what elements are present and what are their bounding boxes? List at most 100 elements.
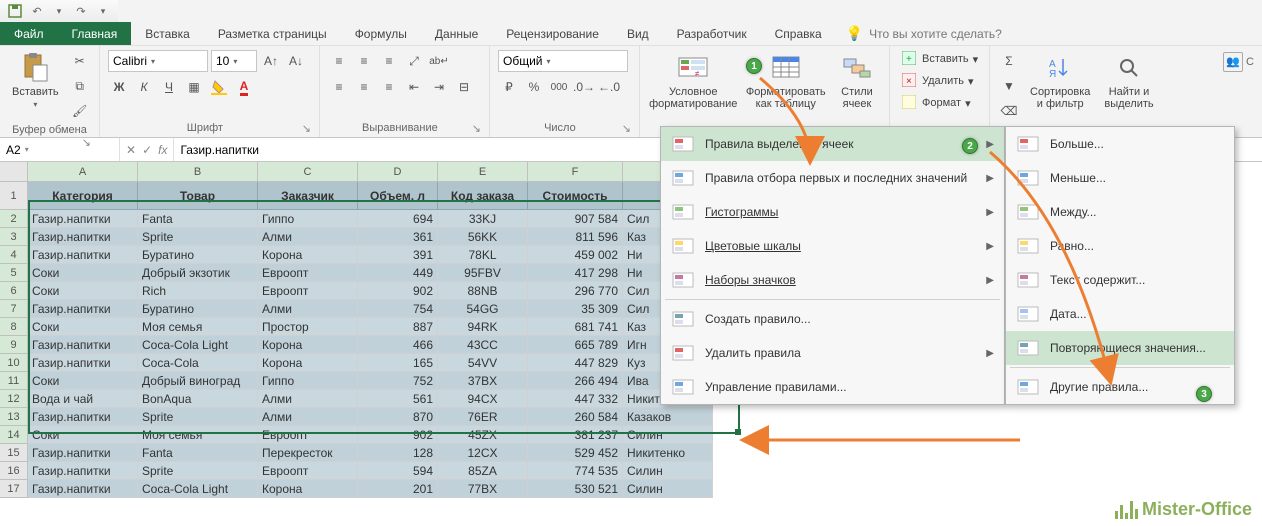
col-head-C[interactable]: C	[258, 162, 358, 182]
cell[interactable]: 870	[358, 408, 438, 426]
select-all-corner[interactable]	[0, 162, 28, 182]
enter-icon[interactable]: ✓	[142, 143, 152, 157]
menu-item[interactable]: Удалить правила▶	[661, 336, 1004, 370]
cell[interactable]: 88NB	[438, 282, 528, 300]
row-head[interactable]: 14	[0, 426, 28, 444]
row-head[interactable]: 12	[0, 390, 28, 408]
indent-increase-icon[interactable]: ⇥	[428, 76, 450, 98]
underline-button[interactable]: Ч	[158, 76, 180, 98]
cell[interactable]: Rich	[138, 282, 258, 300]
bold-button[interactable]: Ж	[108, 76, 130, 98]
cell[interactable]: Газир.напитки	[28, 336, 138, 354]
redo-icon[interactable]: ↷	[72, 2, 90, 20]
find-select-button[interactable]: Найти и выделить	[1100, 50, 1157, 112]
conditional-formatting-menu[interactable]: Правила выделения ячеек▶Правила отбора п…	[660, 126, 1005, 405]
cell[interactable]: 54GG	[438, 300, 528, 318]
cell[interactable]: 85ZA	[438, 462, 528, 480]
clipboard-dialog-icon[interactable]: ↘	[82, 136, 91, 149]
clear-icon[interactable]: ⌫	[998, 100, 1020, 122]
tab-developer[interactable]: Разработчик	[663, 22, 761, 45]
align-bottom-icon[interactable]: ≡	[378, 50, 400, 72]
cell[interactable]: Силин	[623, 462, 713, 480]
menu-item[interactable]: Правила выделения ячеек▶	[661, 127, 1004, 161]
cell[interactable]: Sprite	[138, 228, 258, 246]
decrease-font-icon[interactable]: A↓	[285, 50, 307, 72]
cell[interactable]: Fanta	[138, 444, 258, 462]
cell[interactable]: Евроопт	[258, 264, 358, 282]
menu-item[interactable]: Между...	[1006, 195, 1234, 229]
tab-insert[interactable]: Вставка	[131, 22, 204, 45]
conditional-formatting-button[interactable]: ≠ Условное форматирование	[648, 50, 738, 112]
cell[interactable]: Корона	[258, 480, 358, 498]
cell[interactable]: 45ZX	[438, 426, 528, 444]
cell[interactable]: 78KL	[438, 246, 528, 264]
cell[interactable]: Корона	[258, 336, 358, 354]
col-head-E[interactable]: E	[438, 162, 528, 182]
cell[interactable]: Газир.напитки	[28, 228, 138, 246]
menu-item[interactable]: Цветовые шкалы▶	[661, 229, 1004, 263]
cell[interactable]: Sprite	[138, 462, 258, 480]
align-top-icon[interactable]: ≡	[328, 50, 350, 72]
menu-item[interactable]: Правила отбора первых и последних значен…	[661, 161, 1004, 195]
row-head[interactable]: 13	[0, 408, 28, 426]
cell[interactable]: 447 829	[528, 354, 623, 372]
cell[interactable]: Алми	[258, 408, 358, 426]
fx-icon[interactable]: fx	[158, 143, 167, 157]
cell[interactable]: Вода и чай	[28, 390, 138, 408]
cell[interactable]: Sprite	[138, 408, 258, 426]
cell[interactable]: 128	[358, 444, 438, 462]
cell[interactable]: Евроопт	[258, 282, 358, 300]
cell[interactable]: Газир.напитки	[28, 480, 138, 498]
cell[interactable]: Буратино	[138, 246, 258, 264]
cell[interactable]: 266 494	[528, 372, 623, 390]
row-head[interactable]: 5	[0, 264, 28, 282]
cell[interactable]: 752	[358, 372, 438, 390]
cell[interactable]: 381 237	[528, 426, 623, 444]
cell[interactable]: 774 535	[528, 462, 623, 480]
tab-formulas[interactable]: Формулы	[341, 22, 421, 45]
tab-data[interactable]: Данные	[421, 22, 492, 45]
tab-file[interactable]: Файл	[0, 22, 58, 45]
align-right-icon[interactable]: ≡	[378, 76, 400, 98]
cell[interactable]: Моя семья	[138, 426, 258, 444]
delete-cells-button[interactable]: ×Удалить ▾	[898, 72, 982, 90]
cell[interactable]: 54VV	[438, 354, 528, 372]
cell[interactable]: 561	[358, 390, 438, 408]
cell[interactable]: 417 298	[528, 264, 623, 282]
cell[interactable]: 665 789	[528, 336, 623, 354]
cell[interactable]: 694	[358, 210, 438, 228]
cell[interactable]: 56KK	[438, 228, 528, 246]
cell[interactable]: Перекресток	[258, 444, 358, 462]
cell[interactable]: 902	[358, 282, 438, 300]
thousands-icon[interactable]: 000	[548, 76, 570, 98]
cell[interactable]: 35 309	[528, 300, 623, 318]
cancel-icon[interactable]: ✕	[126, 143, 136, 157]
menu-item[interactable]: Равно...	[1006, 229, 1234, 263]
cell[interactable]: 43CC	[438, 336, 528, 354]
cell[interactable]: 447 332	[528, 390, 623, 408]
row-head[interactable]: 16	[0, 462, 28, 480]
font-color-icon[interactable]: A	[233, 76, 255, 98]
cell[interactable]: Казаков	[623, 408, 713, 426]
col-head-F[interactable]: F	[528, 162, 623, 182]
cell[interactable]: 530 521	[528, 480, 623, 498]
border-icon[interactable]: ▦	[183, 76, 205, 98]
italic-button[interactable]: К	[133, 76, 155, 98]
cell[interactable]: 361	[358, 228, 438, 246]
cell[interactable]: 681 741	[528, 318, 623, 336]
align-left-icon[interactable]: ≡	[328, 76, 350, 98]
col-head-B[interactable]: B	[138, 162, 258, 182]
menu-item[interactable]: Создать правило...	[661, 302, 1004, 336]
cell[interactable]: 296 770	[528, 282, 623, 300]
cell[interactable]: Гиппо	[258, 210, 358, 228]
number-format-combo[interactable]: Общий▾	[498, 50, 628, 72]
menu-item[interactable]: Текст содержит...	[1006, 263, 1234, 297]
tab-help[interactable]: Справка	[761, 22, 836, 45]
cell[interactable]: Евроопт	[258, 462, 358, 480]
cell[interactable]: Газир.напитки	[28, 444, 138, 462]
cell[interactable]: 887	[358, 318, 438, 336]
cell[interactable]: Силин	[623, 426, 713, 444]
cell[interactable]: 95FBV	[438, 264, 528, 282]
cell[interactable]: Соки	[28, 282, 138, 300]
menu-item[interactable]: Управление правилами...	[661, 370, 1004, 404]
